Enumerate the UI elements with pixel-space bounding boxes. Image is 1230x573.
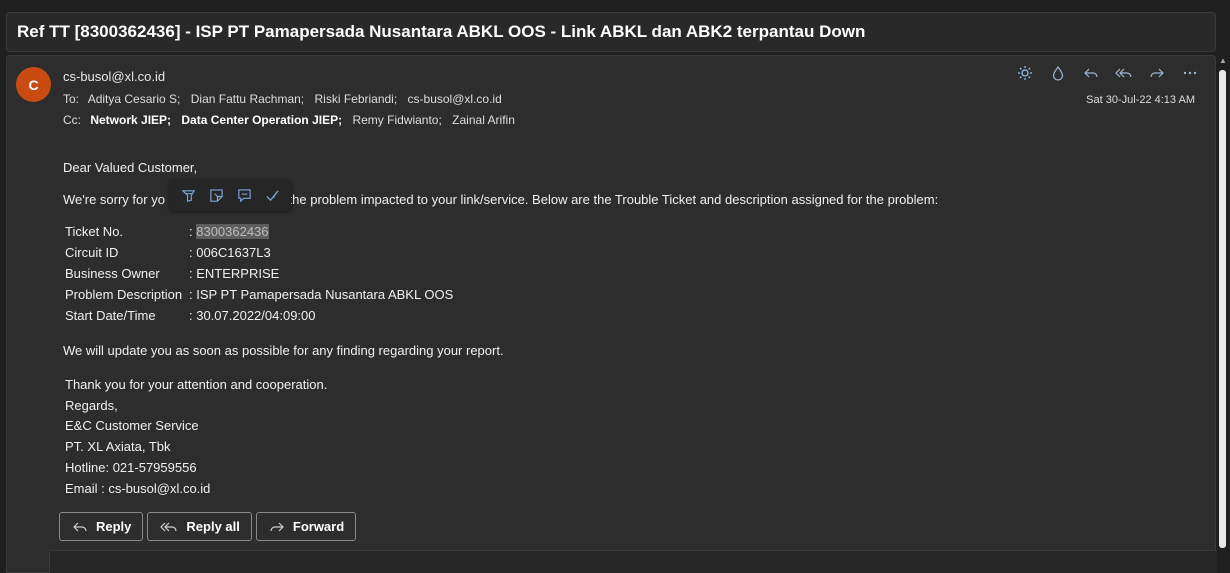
email-subject: Ref TT [8300362436] - ISP PT Pamapersada… xyxy=(17,22,866,41)
avatar-initial: C xyxy=(28,76,39,93)
to-recipient[interactable]: cs-busol@xl.co.id xyxy=(408,92,502,106)
sender-email[interactable]: cs-busol@xl.co.id xyxy=(63,69,165,84)
closing-line: Thank you for your attention and coopera… xyxy=(65,377,328,392)
sun-icon[interactable] xyxy=(1015,63,1035,83)
intro-text-start: We're sorry for yo xyxy=(63,192,165,207)
ticket-value: : ISP PT Pamapersada Nusantara ABKL OOS xyxy=(189,287,454,302)
ticket-details-table: Ticket No. : 8300362436 Circuit ID : 006… xyxy=(65,224,453,329)
ticket-key: Circuit ID xyxy=(65,245,119,260)
reply-icon[interactable] xyxy=(1081,63,1101,83)
ticket-value: : 006C1637L3 xyxy=(189,245,271,260)
cc-label: Cc: xyxy=(63,113,81,127)
to-recipient[interactable]: Riski Febriandi; xyxy=(314,92,397,106)
closing-line: Hotline: 021-57959556 xyxy=(65,459,197,475)
ticket-key: Business Owner xyxy=(65,266,160,281)
message-actions: Reply Reply all Forward xyxy=(59,512,357,541)
cc-line: Cc: Network JIEP; Data Center Operation … xyxy=(63,113,522,127)
closing-line: Regards, xyxy=(65,397,118,413)
check-icon[interactable] xyxy=(263,186,281,204)
cc-recipient[interactable]: Remy Fidwianto; xyxy=(352,113,441,127)
highlighter-icon[interactable] xyxy=(180,186,198,204)
ticket-value: : 8300362436 xyxy=(189,224,453,245)
cc-recipient[interactable]: Network JIEP; xyxy=(90,113,171,127)
selection-toolbar xyxy=(170,179,291,211)
closing-line: Email : cs-busol@xl.co.id xyxy=(65,480,211,496)
message-date: Sat 30-Jul-22 4:13 AM xyxy=(1086,94,1195,106)
reply-icon xyxy=(73,522,87,531)
drop-icon[interactable] xyxy=(1048,63,1068,83)
ticket-row: Start Date/Time : 30.07.2022/04:09:00 xyxy=(65,308,453,329)
more-icon[interactable] xyxy=(1180,63,1200,83)
ticket-row: Circuit ID : 006C1637L3 xyxy=(65,245,453,266)
intro-text-end: d for the problem impacted to your link/… xyxy=(258,192,939,207)
cc-recipient[interactable]: Data Center Operation JIEP; xyxy=(181,113,342,127)
reply-button[interactable]: Reply xyxy=(59,512,144,541)
ticket-row: Business Owner : ENTERPRISE xyxy=(65,266,453,287)
ticket-number-highlight[interactable]: 8300362436 xyxy=(196,224,269,239)
reply-all-button[interactable]: Reply all xyxy=(147,512,252,541)
sender-avatar[interactable]: C xyxy=(16,67,51,102)
to-recipient[interactable]: Aditya Cesario S; xyxy=(88,92,181,106)
update-paragraph: We will update you as soon as possible f… xyxy=(63,343,504,358)
ticket-row: Problem Description : ISP PT Pamapersada… xyxy=(65,287,453,308)
message-toolbar xyxy=(1015,63,1200,83)
scrollbar-thumb[interactable] xyxy=(1219,70,1226,548)
reply-all-icon xyxy=(160,522,178,531)
sticky-note-icon[interactable] xyxy=(208,186,226,204)
ticket-key: Start Date/Time xyxy=(65,308,156,323)
reply-all-label: Reply all xyxy=(186,519,240,534)
greeting-text: Dear Valued Customer, xyxy=(63,160,198,175)
scroll-up-icon[interactable]: ▲ xyxy=(1218,56,1228,66)
closing-line: E&C Customer Service xyxy=(65,418,199,434)
subject-bar: Ref TT [8300362436] - ISP PT Pamapersada… xyxy=(6,12,1216,52)
cc-recipient[interactable]: Zainal Arifin xyxy=(452,113,515,127)
ticket-value: : 30.07.2022/04:09:00 xyxy=(189,308,316,323)
forward-label: Forward xyxy=(292,519,345,534)
forward-icon xyxy=(270,522,284,531)
to-label: To: xyxy=(63,92,80,106)
signature-block: Thank you for your attention and coopera… xyxy=(65,375,327,499)
to-line: To: Aditya Cesario S; Dian Fattu Rachman… xyxy=(63,92,509,106)
closing-line: PT. XL Axiata, Tbk xyxy=(65,439,171,455)
reply-all-icon[interactable] xyxy=(1114,63,1134,83)
ticket-key: Ticket No. xyxy=(65,224,124,239)
ticket-value: : ENTERPRISE xyxy=(189,266,280,281)
to-recipient[interactable]: Dian Fattu Rachman; xyxy=(191,92,304,106)
forward-button[interactable]: Forward xyxy=(255,512,357,541)
next-message-frame xyxy=(49,550,1217,573)
ticket-key: Problem Description xyxy=(65,287,183,302)
ticket-row: Ticket No. : 8300362436 xyxy=(65,224,453,245)
reply-label: Reply xyxy=(96,519,132,534)
forward-icon[interactable] xyxy=(1147,63,1167,83)
comment-icon[interactable] xyxy=(235,186,253,204)
